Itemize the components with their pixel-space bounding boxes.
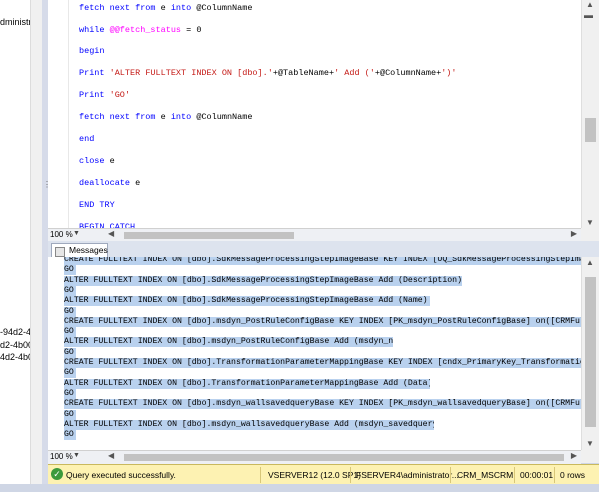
window-bottom-edge (0, 484, 599, 492)
code-line[interactable]: BEGIN CATCH (79, 222, 135, 228)
code-token: @ColumnName (196, 3, 253, 13)
status-row-count: 0 rows (560, 470, 586, 480)
status-user: FSERVER4\administrator... (356, 470, 459, 480)
code-token: e (109, 156, 115, 166)
status-server: VSERVER12 (12.0 SP1) (268, 470, 361, 480)
split-handle-icon[interactable]: ▬ (584, 10, 593, 20)
message-line[interactable]: GO (64, 347, 76, 358)
message-line[interactable]: ALTER FULLTEXT INDEX ON [dbo].SdkMessage… (64, 296, 430, 307)
code-token: end (79, 134, 95, 144)
code-token: e (135, 178, 141, 188)
editor-vertical-scrollbar[interactable]: ▲ ▬ ▼ (581, 0, 599, 228)
editor-zoom-bar: 100 % ▼ ◀ ▶ (48, 228, 581, 242)
messages-scroll-thumb[interactable] (585, 277, 596, 427)
scroll-corner (581, 450, 599, 463)
code-token: deallocate (79, 178, 136, 188)
message-line[interactable]: GO (64, 265, 76, 276)
results-tab-strip: Messages (48, 241, 599, 258)
code-token: fetch next from (79, 112, 161, 122)
editor-scroll-thumb[interactable] (585, 118, 596, 142)
scroll-left-icon[interactable]: ◀ (108, 451, 114, 460)
code-token: Print (79, 68, 110, 78)
message-line[interactable]: ALTER FULLTEXT INDEX ON [dbo].msdyn_wall… (64, 419, 434, 430)
code-line[interactable]: end (79, 134, 94, 144)
tab-messages[interactable]: Messages (51, 243, 108, 258)
scroll-left-icon[interactable]: ◀ (108, 229, 114, 238)
code-line[interactable]: Print 'ALTER FULLTEXT INDEX ON [dbo].'+@… (79, 68, 457, 78)
code-token: ')' (441, 68, 457, 78)
success-check-icon: ✓ (51, 468, 63, 480)
message-line[interactable]: ALTER FULLTEXT INDEX ON [dbo].Transforma… (64, 378, 430, 389)
code-token: e (160, 3, 171, 13)
code-token: +@TableName+ (272, 68, 335, 78)
code-token: 'GO' (109, 90, 131, 100)
code-line[interactable]: while @@fetch_status = 0 (79, 25, 201, 35)
messages-zoom-level[interactable]: 100 % (50, 452, 73, 461)
message-line[interactable]: GO (64, 327, 76, 338)
message-line[interactable]: GO (64, 285, 76, 296)
code-token: ' Add (' (334, 68, 375, 78)
code-line[interactable]: fetch next from e into @ColumnName (79, 112, 252, 122)
code-token: fetch next from (79, 3, 161, 13)
scroll-down-icon[interactable]: ▼ (586, 218, 594, 227)
message-line[interactable]: GO (64, 388, 76, 399)
status-message: Query executed successfully. (66, 470, 176, 480)
code-token: Print (79, 90, 110, 100)
object-explorer-pane: dministrato -94d2-4b d2-4b00- 4d2-4b00 (0, 0, 43, 492)
messages-horizontal-scroll-thumb[interactable] (124, 454, 564, 461)
scroll-right-icon[interactable]: ▶ (571, 451, 577, 460)
message-line[interactable]: CREATE FULLTEXT INDEX ON [dbo].msdyn_Pos… (64, 316, 581, 327)
code-line[interactable]: END TRY (79, 200, 115, 210)
editor-horizontal-scroll-thumb[interactable] (124, 232, 294, 239)
editor-gutter (48, 0, 69, 228)
code-token: = 0 (181, 25, 202, 35)
message-line[interactable]: GO (64, 368, 76, 379)
messages-vertical-scrollbar[interactable]: ▲ ▼ (581, 257, 599, 450)
message-line[interactable]: GO (64, 409, 76, 420)
scroll-down-icon[interactable]: ▼ (586, 439, 594, 448)
scroll-up-icon[interactable]: ▲ (586, 0, 594, 9)
code-token: begin (79, 46, 105, 56)
message-line[interactable]: CREATE FULLTEXT INDEX ON [dbo].SdkMessag… (64, 257, 581, 265)
message-line[interactable]: CREATE FULLTEXT INDEX ON [dbo].Transform… (64, 358, 581, 368)
code-token: @@fetch_status (109, 25, 182, 35)
code-line[interactable]: Print 'GO' (79, 90, 130, 100)
code-line[interactable]: fetch next from e into @ColumnName (79, 3, 252, 13)
chevron-down-icon[interactable]: ▼ (73, 230, 80, 237)
messages-icon (55, 247, 65, 257)
message-line[interactable]: GO (64, 430, 76, 441)
code-token: BEGIN CATCH (79, 222, 136, 228)
chevron-down-icon[interactable]: ▼ (73, 452, 80, 459)
code-token: @ColumnName (196, 112, 253, 122)
code-token: e (160, 112, 171, 122)
status-elapsed-time: 00:00:01 (520, 470, 554, 480)
message-line[interactable]: CREATE FULLTEXT INDEX ON [dbo].msdyn_wal… (64, 399, 581, 410)
status-database: CRM_MSCRM (457, 470, 514, 480)
code-token: +@ColumnName+ (374, 68, 442, 78)
code-token: into (170, 3, 197, 13)
messages-zoom-bar: 100 % ▼ ◀ ▶ (48, 450, 581, 464)
message-line[interactable]: GO (64, 306, 76, 317)
message-line[interactable]: ALTER FULLTEXT INDEX ON [dbo].msdyn_Post… (64, 337, 393, 348)
scroll-corner (581, 228, 599, 241)
code-token: END TRY (79, 200, 115, 210)
messages-output[interactable]: CREATE FULLTEXT INDEX ON [dbo].SdkMessag… (48, 257, 581, 450)
scroll-up-icon[interactable]: ▲ (586, 258, 594, 267)
code-line[interactable]: deallocate e (79, 178, 140, 188)
scroll-right-icon[interactable]: ▶ (571, 229, 577, 238)
code-token: into (170, 112, 197, 122)
code-token: while (79, 25, 110, 35)
object-explorer-scrollbar[interactable] (30, 0, 42, 492)
editor-zoom-level[interactable]: 100 % (50, 230, 73, 239)
code-token: 'ALTER FULLTEXT INDEX ON [dbo].' (109, 68, 273, 78)
tab-messages-label: Messages (69, 245, 108, 255)
message-line[interactable]: ALTER FULLTEXT INDEX ON [dbo].SdkMessage… (64, 275, 462, 286)
code-line[interactable]: close e (79, 156, 115, 166)
query-status-bar: ✓ Query executed successfully. VSERVER12… (48, 464, 599, 485)
code-token: close (79, 156, 110, 166)
code-line[interactable]: begin (79, 46, 105, 56)
splitter-grip-icon: ⋮ (43, 180, 51, 189)
